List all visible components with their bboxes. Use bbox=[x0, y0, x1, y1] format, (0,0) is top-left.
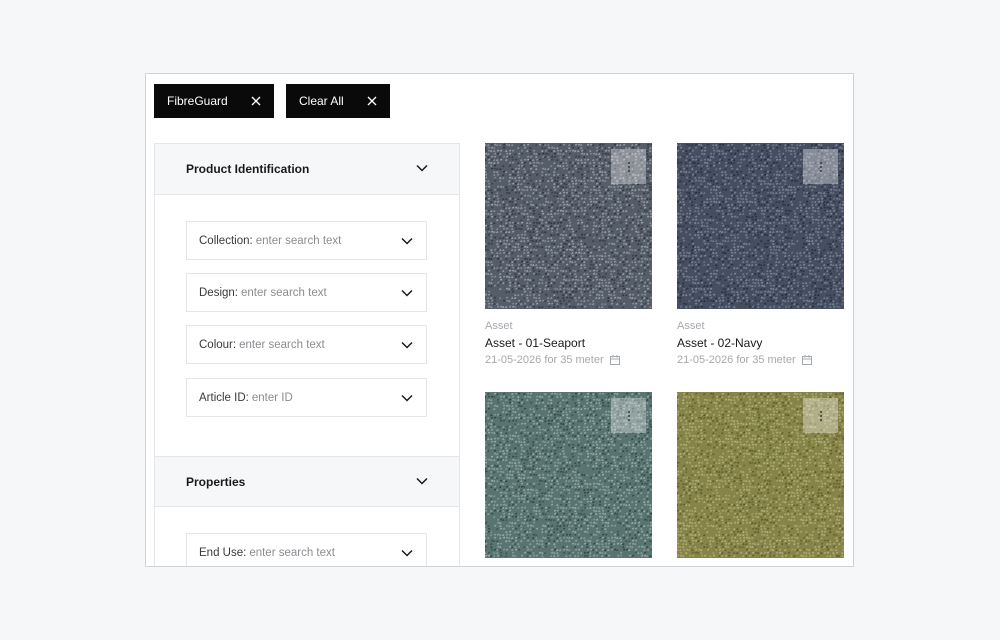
chevron-down-icon[interactable] bbox=[416, 477, 428, 485]
field-label: Colour: bbox=[199, 338, 237, 351]
kebab-menu-icon[interactable] bbox=[803, 149, 838, 184]
section-title: Properties bbox=[186, 474, 246, 489]
collection-field[interactable]: Collection: enter search text bbox=[186, 221, 427, 260]
article-id-field[interactable]: Article ID: enter ID bbox=[186, 378, 427, 417]
calendar-icon[interactable] bbox=[801, 355, 812, 365]
kebab-menu-icon[interactable] bbox=[803, 398, 838, 433]
chevron-down-icon[interactable] bbox=[401, 394, 413, 402]
field-label: Collection: bbox=[199, 234, 253, 247]
field-placeholder: enter search text bbox=[239, 338, 325, 351]
field-label: Design: bbox=[199, 286, 238, 299]
field-placeholder: enter search text bbox=[249, 546, 335, 559]
close-icon[interactable] bbox=[250, 95, 262, 107]
chevron-down-icon[interactable] bbox=[401, 237, 413, 245]
close-icon[interactable] bbox=[366, 95, 378, 107]
field-placeholder: enter search text bbox=[241, 286, 327, 299]
asset-date-row: 21-05-2026 for 35 meter bbox=[485, 352, 652, 368]
filter-sidebar: Product Identification Collection: enter… bbox=[154, 143, 460, 566]
field-label: End Use: bbox=[199, 546, 247, 559]
chevron-down-icon[interactable] bbox=[401, 289, 413, 297]
colour-field[interactable]: Colour: enter search text bbox=[186, 325, 427, 364]
section-title: Product Identification bbox=[186, 162, 310, 176]
asset-date: 21-05-2026 for 35 meter bbox=[677, 354, 796, 366]
asset-type: Asset bbox=[485, 320, 513, 332]
clear-all-chip[interactable]: Clear All bbox=[286, 84, 390, 118]
asset-type: Asset bbox=[677, 320, 705, 332]
asset-date-row: 21-05-2026 for 35 meter bbox=[677, 352, 844, 368]
section-properties[interactable]: Properties bbox=[155, 456, 459, 507]
asset-date: 21-05-2026 for 35 meter bbox=[485, 354, 604, 366]
field-label: Article ID: bbox=[199, 391, 249, 404]
end-use-field[interactable]: End Use: enter search text bbox=[186, 533, 427, 566]
chevron-down-icon[interactable] bbox=[401, 549, 413, 557]
kebab-menu-icon[interactable] bbox=[611, 149, 646, 184]
kebab-menu-icon[interactable] bbox=[611, 398, 646, 433]
section-product-identification[interactable]: Product Identification bbox=[155, 144, 459, 195]
field-placeholder: enter search text bbox=[255, 234, 342, 247]
field-placeholder: enter ID bbox=[251, 391, 293, 404]
clear-all-label: Clear All bbox=[299, 94, 344, 108]
chevron-down-icon[interactable] bbox=[401, 341, 413, 349]
filter-chip-label: FibreGuard bbox=[167, 94, 228, 108]
design-field[interactable]: Design: enter search text bbox=[186, 273, 427, 312]
filter-panel-window: FibreGuard Clear All Product Identificat… bbox=[145, 73, 854, 567]
filter-chip-fibreguard[interactable]: FibreGuard bbox=[154, 84, 274, 118]
calendar-icon[interactable] bbox=[609, 355, 620, 365]
asset-name[interactable]: Asset - 02-Navy bbox=[677, 334, 844, 352]
chevron-down-icon[interactable] bbox=[416, 164, 428, 172]
asset-name[interactable]: Asset - 01-Seaport bbox=[485, 334, 652, 352]
